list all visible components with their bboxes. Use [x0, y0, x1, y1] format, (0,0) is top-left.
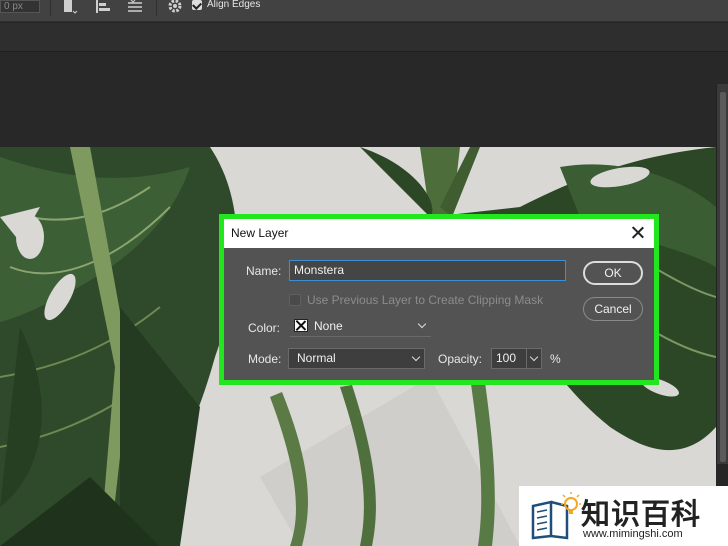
chevron-down-icon	[417, 319, 427, 329]
color-label: Color:	[248, 321, 281, 335]
watermark-url: www.mimingshi.com	[583, 528, 683, 540]
scrollbar-thumb[interactable]	[720, 92, 726, 462]
mode-label: Mode:	[248, 352, 282, 366]
opacity-unit: %	[550, 352, 561, 366]
book-lightbulb-icon	[531, 492, 581, 540]
mode-select[interactable]: Normal	[288, 348, 425, 369]
no-color-swatch-icon	[294, 319, 308, 332]
layer-name-input[interactable]: Monstera	[289, 260, 566, 281]
arrange-icon[interactable]	[126, 0, 144, 16]
watermark-chinese-text: 知识百科	[581, 499, 702, 531]
watermark: 知识百科 www.mimingshi.com	[519, 486, 728, 546]
ok-button[interactable]: OK	[583, 261, 643, 285]
right-panel-scrollbar[interactable]	[716, 84, 728, 464]
clipping-mask-label: Use Previous Layer to Create Clipping Ma…	[307, 293, 544, 307]
px-value-field[interactable]: 0 px	[0, 0, 40, 13]
clipping-mask-checkbox[interactable]	[289, 294, 301, 306]
opacity-input[interactable]: 100	[491, 348, 542, 369]
name-label: Name:	[246, 264, 282, 278]
document-tab-strip	[0, 23, 728, 52]
divider	[50, 0, 51, 16]
opacity-value: 100	[496, 351, 517, 365]
align-edges-label: Align Edges	[207, 0, 261, 10]
distribute-icon[interactable]	[60, 0, 78, 16]
divider	[156, 0, 157, 16]
gear-icon[interactable]	[166, 0, 184, 16]
select-underline	[290, 336, 431, 337]
divider	[526, 349, 527, 368]
color-select[interactable]: None	[288, 316, 431, 337]
options-bar: 0 px Align Edges	[0, 0, 728, 22]
align-icon[interactable]	[94, 0, 112, 16]
color-value: None	[314, 319, 343, 333]
new-layer-dialog: New Layer Name: Monstera Use Previous La…	[224, 219, 654, 380]
dialog-title: New Layer	[231, 226, 289, 240]
pasteboard	[0, 53, 728, 147]
align-edges-checkbox[interactable]	[192, 0, 202, 10]
chevron-down-icon	[411, 352, 421, 362]
mode-value: Normal	[297, 351, 336, 365]
close-icon[interactable]	[628, 223, 648, 243]
chevron-down-icon[interactable]	[529, 352, 539, 362]
opacity-label: Opacity:	[438, 352, 483, 366]
dialog-title-bar[interactable]: New Layer	[224, 219, 654, 248]
photoshop-window: 0 px Align Edges New Layer Name: Monster…	[0, 0, 728, 546]
cancel-button[interactable]: Cancel	[583, 297, 643, 321]
